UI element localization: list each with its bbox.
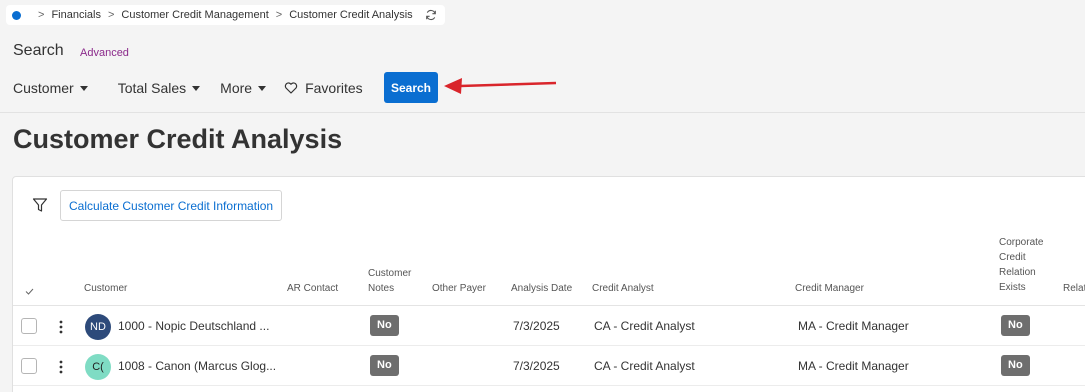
refresh-icon[interactable]: [425, 9, 437, 21]
caret-down-icon: [258, 85, 267, 91]
annotation-arrow-icon: [444, 78, 557, 94]
more-options-icon[interactable]: [59, 360, 63, 374]
row-checkbox[interactable]: [21, 358, 37, 374]
header-divider: [0, 112, 1085, 113]
total-sales-filter-label: Total Sales: [117, 80, 187, 96]
caret-down-icon: [79, 85, 88, 91]
corporate-relation-badge: No: [1001, 355, 1030, 376]
breadcrumb-item-customer-credit-analysis: Customer Credit Analysis: [289, 9, 413, 21]
credit-manager-cell: MA - Credit Manager: [798, 319, 909, 333]
customer-cell[interactable]: 1000 - Nopic Deutschland ...: [118, 319, 269, 333]
avatar: C(: [85, 354, 111, 380]
select-all-check-icon[interactable]: [25, 288, 34, 295]
notes-badge: No: [370, 315, 399, 336]
analysis-date-cell: 7/3/2025: [513, 319, 560, 333]
row-separator: [13, 345, 1085, 346]
row-separator: [13, 385, 1085, 386]
chevron-right-icon: >: [107, 9, 115, 21]
favorites-button[interactable]: Favorites: [284, 80, 363, 96]
more-filters-dropdown[interactable]: More: [220, 80, 267, 96]
credit-manager-cell: MA - Credit Manager: [798, 359, 909, 373]
favorites-label: Favorites: [305, 80, 363, 96]
breadcrumb-item-financials[interactable]: Financials: [51, 9, 101, 21]
column-header-credit-analyst[interactable]: Credit Analyst: [592, 281, 654, 296]
notes-badge: No: [370, 355, 399, 376]
column-header-other-payer[interactable]: Other Payer: [432, 281, 486, 296]
column-header-customer[interactable]: Customer: [84, 281, 127, 296]
caret-down-icon: [192, 85, 201, 91]
analysis-date-cell: 7/3/2025: [513, 359, 560, 373]
search-title: Search: [13, 42, 64, 59]
customer-filter-dropdown[interactable]: Customer: [13, 80, 88, 96]
header-separator: [13, 305, 1085, 306]
search-button[interactable]: Search: [384, 72, 438, 103]
more-options-icon[interactable]: [59, 320, 63, 334]
page-title: Customer Credit Analysis: [13, 124, 343, 154]
credit-analyst-cell: CA - Credit Analyst: [594, 319, 695, 333]
home-icon[interactable]: [12, 10, 21, 20]
filter-icon[interactable]: [32, 197, 48, 213]
calculate-credit-info-button[interactable]: Calculate Customer Credit Information: [60, 190, 283, 221]
total-sales-filter-dropdown[interactable]: Total Sales: [117, 80, 201, 96]
row-checkbox[interactable]: [21, 318, 37, 334]
advanced-search-link[interactable]: Advanced: [80, 47, 129, 59]
breadcrumb: > Financials > Customer Credit Managemen…: [6, 5, 445, 25]
more-filters-label: More: [220, 80, 253, 96]
chevron-right-icon: >: [275, 9, 283, 21]
filter-bar: Customer Total Sales More Favorites: [13, 73, 383, 103]
column-header-analysis-date[interactable]: Analysis Date: [511, 281, 572, 296]
column-header-ar-contact[interactable]: AR Contact: [287, 281, 338, 296]
breadcrumb-item-customer-credit-management[interactable]: Customer Credit Management: [121, 9, 268, 21]
column-header-customer-notes[interactable]: Customer Notes: [368, 266, 416, 296]
customer-filter-label: Customer: [13, 80, 74, 96]
avatar: ND: [85, 314, 111, 340]
heart-icon: [284, 82, 298, 94]
customer-cell[interactable]: 1008 - Canon (Marcus Glog...: [118, 359, 276, 373]
column-header-corporate-relation[interactable]: Corporate Credit Relation Exists: [999, 235, 1051, 295]
column-header-credit-manager[interactable]: Credit Manager: [795, 281, 864, 296]
results-panel: Calculate Customer Credit Information Cu…: [12, 176, 1085, 392]
chevron-right-icon: >: [38, 9, 45, 21]
corporate-relation-badge: No: [1001, 315, 1030, 336]
column-header-relation[interactable]: Relat: [1063, 281, 1085, 296]
credit-analyst-cell: CA - Credit Analyst: [594, 359, 695, 373]
